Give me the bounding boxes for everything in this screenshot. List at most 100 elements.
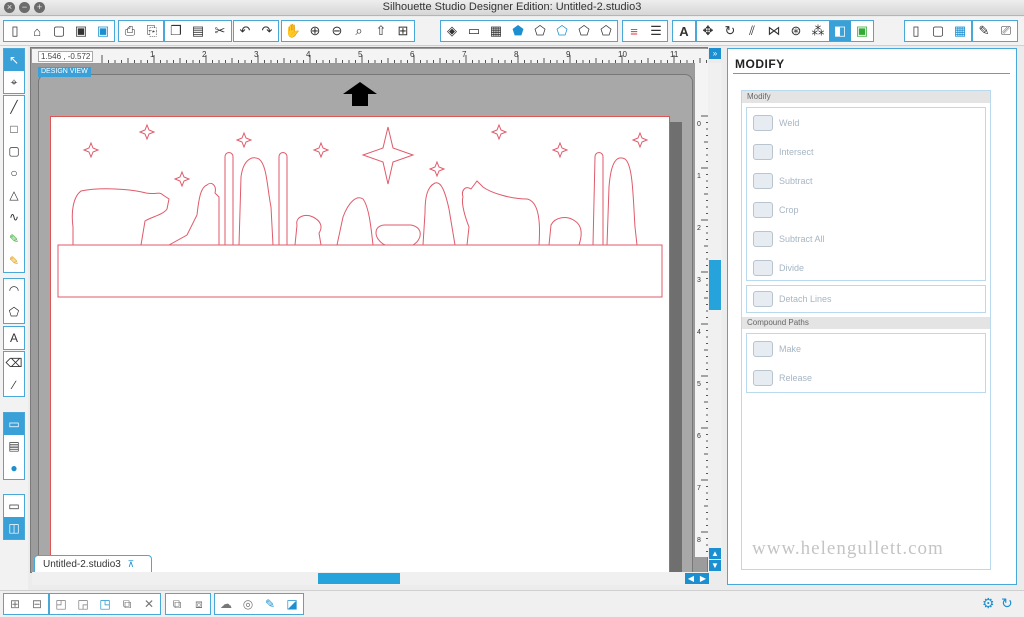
zoom-fit-icon[interactable]: ⇧ [370, 21, 392, 41]
pentagon-brush-icon[interactable]: ⬠ [595, 21, 617, 41]
cut-icon[interactable]: ✂ [209, 21, 231, 41]
trace-icon[interactable]: ☁ [215, 594, 237, 614]
pentagon-line-icon[interactable]: ⬠ [529, 21, 551, 41]
grid-icon[interactable]: ▦ [485, 21, 507, 41]
design-view-icon[interactable]: ▭ [4, 413, 24, 435]
store-icon[interactable]: ● [4, 457, 24, 479]
release-compound-icon[interactable]: ✕ [138, 594, 160, 614]
bring-forward-icon[interactable]: ◳ [94, 594, 116, 614]
refresh-icon[interactable]: ↻ [1001, 595, 1013, 612]
save-icon[interactable]: ▣ [70, 21, 92, 41]
offset-icon[interactable]: ⊛ [785, 21, 807, 41]
scroll-down-icon[interactable]: ▼ [709, 560, 721, 571]
detach-lines-button[interactable]: Detach Lines [747, 286, 985, 312]
zoom-page-icon[interactable]: ⊞ [392, 21, 414, 41]
undo-icon[interactable]: ↶ [234, 21, 256, 41]
zoom-select-icon[interactable]: ⌕ [348, 21, 370, 41]
zoom-out-icon[interactable]: ⊖ [326, 21, 348, 41]
open-library-icon[interactable]: ▢ [48, 21, 70, 41]
store-icon[interactable]: ▦ [949, 21, 971, 41]
ungroup-icon[interactable]: ⊟ [26, 594, 48, 614]
new-document-icon[interactable]: ▯ [4, 21, 26, 41]
settings-gear-icon[interactable]: ⚙ [982, 595, 995, 612]
line-style-icon[interactable]: ☰ [645, 21, 667, 41]
line-icon[interactable]: ╱ [4, 96, 24, 118]
rounded-rectangle-icon[interactable]: ▢ [4, 140, 24, 162]
save-as-icon[interactable]: ▣ [92, 21, 114, 41]
edit-points-icon[interactable]: ⌖ [4, 71, 24, 93]
ruler-label: 9 [566, 50, 571, 59]
text-icon[interactable]: A [4, 327, 24, 349]
curve-icon[interactable]: ∿ [4, 206, 24, 228]
knife-icon[interactable]: ∕ [4, 374, 24, 396]
polygon-icon[interactable]: △ [4, 184, 24, 206]
replicate-icon[interactable]: ⁂ [807, 21, 829, 41]
transform-icon[interactable]: ✥ [697, 21, 719, 41]
slant-icon[interactable]: ⫽ [741, 21, 763, 41]
rectangle-icon[interactable]: □ [4, 118, 24, 140]
page-setup-icon[interactable]: ▭ [463, 21, 485, 41]
scroll-up-icon[interactable]: ▲ [709, 548, 721, 559]
intersect-button[interactable]: Intersect [747, 137, 985, 166]
send-to-cutter-icon[interactable]: ⎘ [141, 21, 163, 41]
pentagon-shadow-icon[interactable]: ⬠ [573, 21, 595, 41]
library-view-icon[interactable]: ▤ [4, 435, 24, 457]
pin-icon[interactable]: ⊼ [128, 559, 135, 569]
print-icon[interactable]: ⎙ [119, 21, 141, 41]
make-compound-button[interactable]: Make [747, 334, 985, 363]
weld-button[interactable]: Weld [747, 108, 985, 137]
document-tab[interactable]: Untitled-2.studio3 ⊼ [34, 555, 152, 572]
pan-icon[interactable]: ✋ [282, 21, 304, 41]
subtract-all-button[interactable]: Subtract All [747, 224, 985, 253]
ellipse-icon[interactable]: ○ [4, 162, 24, 184]
group-icon[interactable]: ⊞ [4, 594, 26, 614]
vertical-scrollbar[interactable] [708, 63, 722, 559]
rotate-icon[interactable]: ↻ [719, 21, 741, 41]
vertical-scroll-thumb[interactable] [709, 260, 721, 310]
text-style-icon[interactable]: A [673, 21, 695, 41]
sketch-pen-icon[interactable]: ✎ [973, 21, 995, 41]
offset-icon[interactable]: ⧈ [188, 594, 210, 614]
open-folder-icon[interactable]: ⌂ [26, 21, 48, 41]
zoom-in-icon[interactable]: ⊕ [304, 21, 326, 41]
align-icon[interactable]: ◎ [237, 594, 259, 614]
divide-button[interactable]: Divide [747, 253, 985, 282]
redo-icon[interactable]: ↷ [256, 21, 278, 41]
make-compound-icon[interactable]: ⧉ [116, 594, 138, 614]
split-view-icon[interactable]: ◫ [4, 517, 24, 539]
nest-icon[interactable]: ◪ [281, 594, 303, 614]
mat-icon[interactable]: ▭ [4, 495, 24, 517]
weld-icon[interactable]: ⧉ [166, 594, 188, 614]
replicate-icon[interactable]: ✎ [259, 594, 281, 614]
regular-polygon-icon[interactable]: ⬠ [4, 301, 24, 323]
arc-icon[interactable]: ◠ [4, 279, 24, 301]
scroll-left-icon[interactable]: ◀ [685, 573, 697, 584]
cut-settings-icon[interactable]: ▯ [905, 21, 927, 41]
line-color-icon[interactable]: ≡ [623, 21, 645, 41]
select-icon[interactable]: ↖ [4, 49, 24, 71]
release-compound-button[interactable]: Release [747, 363, 985, 392]
copy-icon[interactable]: ❐ [165, 21, 187, 41]
trace-icon[interactable]: ▣ [851, 21, 873, 41]
paste-icon[interactable]: ▤ [187, 21, 209, 41]
send-to-back-icon[interactable]: ◲ [72, 594, 94, 614]
modify-icon[interactable]: ◧ [829, 21, 851, 41]
pentagon-fill-icon[interactable]: ⬟ [507, 21, 529, 41]
freehand-icon[interactable]: ✎ [4, 228, 24, 250]
library-icon[interactable]: ▢ [927, 21, 949, 41]
smooth-freehand-icon[interactable]: ✎ [4, 250, 24, 272]
scroll-right-icon[interactable]: ▶ [697, 573, 709, 584]
crop-button[interactable]: Crop [747, 195, 985, 224]
fill-color-icon[interactable]: ◈ [441, 21, 463, 41]
eraser-icon[interactable]: ⌫ [4, 352, 24, 374]
pentagon-outline-icon[interactable]: ⬠ [551, 21, 573, 41]
design-page[interactable] [50, 116, 670, 576]
expand-panel-icon[interactable]: » [709, 48, 721, 59]
mirror-icon[interactable]: ⋈ [763, 21, 785, 41]
bring-to-front-icon[interactable]: ◰ [50, 594, 72, 614]
send-icon[interactable]: ⎚ [995, 21, 1017, 41]
nativity-design[interactable] [51, 117, 669, 575]
subtract-button[interactable]: Subtract [747, 166, 985, 195]
cursor-coordinates: 1.546 , -0.572 [38, 51, 94, 62]
horizontal-scroll-thumb[interactable] [318, 573, 400, 584]
